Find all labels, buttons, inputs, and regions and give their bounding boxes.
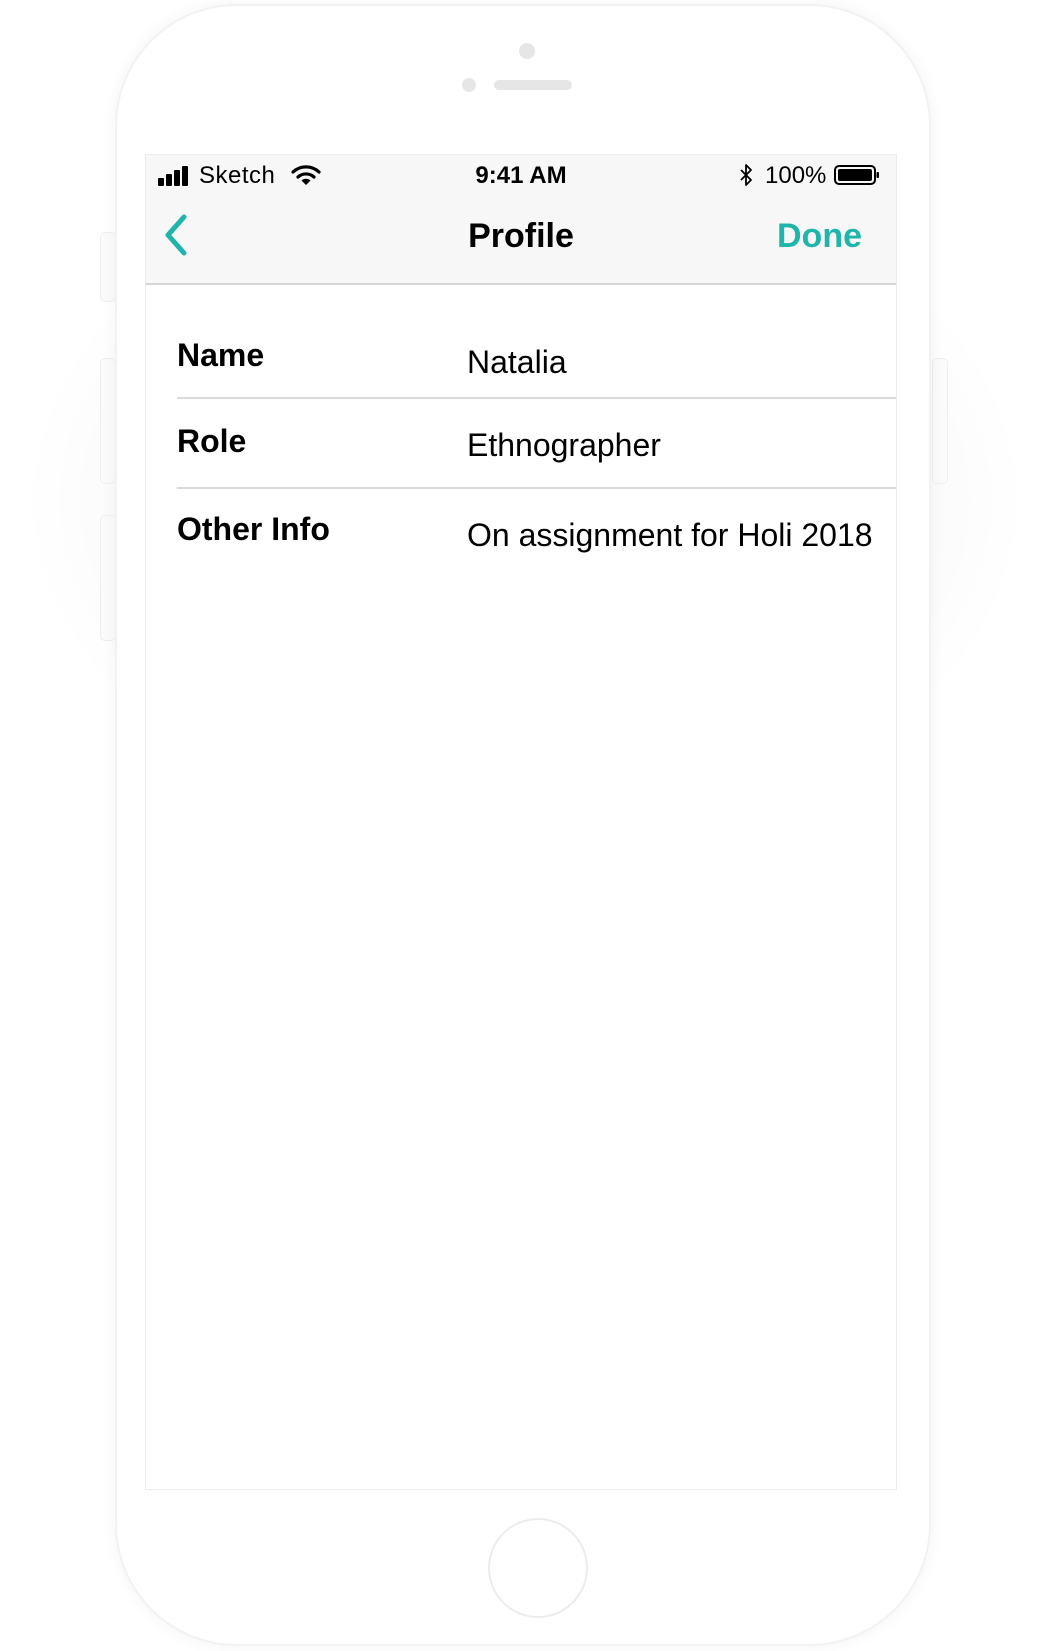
phone-screen: Sketch 9:41 AM 100% Profile Done Name Na… <box>146 155 896 1489</box>
status-bar: Sketch 9:41 AM 100% <box>146 155 896 195</box>
profile-row-other-info[interactable]: Other Info On assignment for Holi 2018 <box>177 489 896 577</box>
earpiece-speaker <box>494 80 572 90</box>
battery-percentage: 100% <box>765 162 827 189</box>
chevron-left-icon <box>165 214 187 256</box>
role-field[interactable]: Ethnographer <box>467 427 661 464</box>
navigation-header: Sketch 9:41 AM 100% Profile Done <box>146 155 896 285</box>
other-info-field[interactable]: On assignment for Holi 2018 <box>467 517 873 554</box>
navigation-bar: Profile Done <box>146 195 896 283</box>
power-button <box>932 358 948 484</box>
row-label: Role <box>177 423 247 459</box>
back-button[interactable] <box>154 207 202 267</box>
volume-down-button <box>100 515 116 641</box>
profile-form: Name Natalia Role Ethnographer Other Inf… <box>146 285 896 577</box>
volume-up-button <box>100 358 116 484</box>
row-label: Name <box>177 337 265 373</box>
proximity-sensor <box>462 78 476 92</box>
name-field[interactable]: Natalia <box>467 344 567 381</box>
battery-icon <box>834 165 879 185</box>
home-button[interactable] <box>490 1520 586 1616</box>
mute-switch <box>100 232 116 302</box>
done-button[interactable]: Done <box>777 217 862 256</box>
front-camera <box>519 43 535 59</box>
profile-row-name[interactable]: Name Natalia <box>177 285 896 399</box>
row-label: Other Info <box>177 511 330 547</box>
bluetooth-icon <box>740 164 752 186</box>
profile-row-role[interactable]: Role Ethnographer <box>177 399 896 489</box>
